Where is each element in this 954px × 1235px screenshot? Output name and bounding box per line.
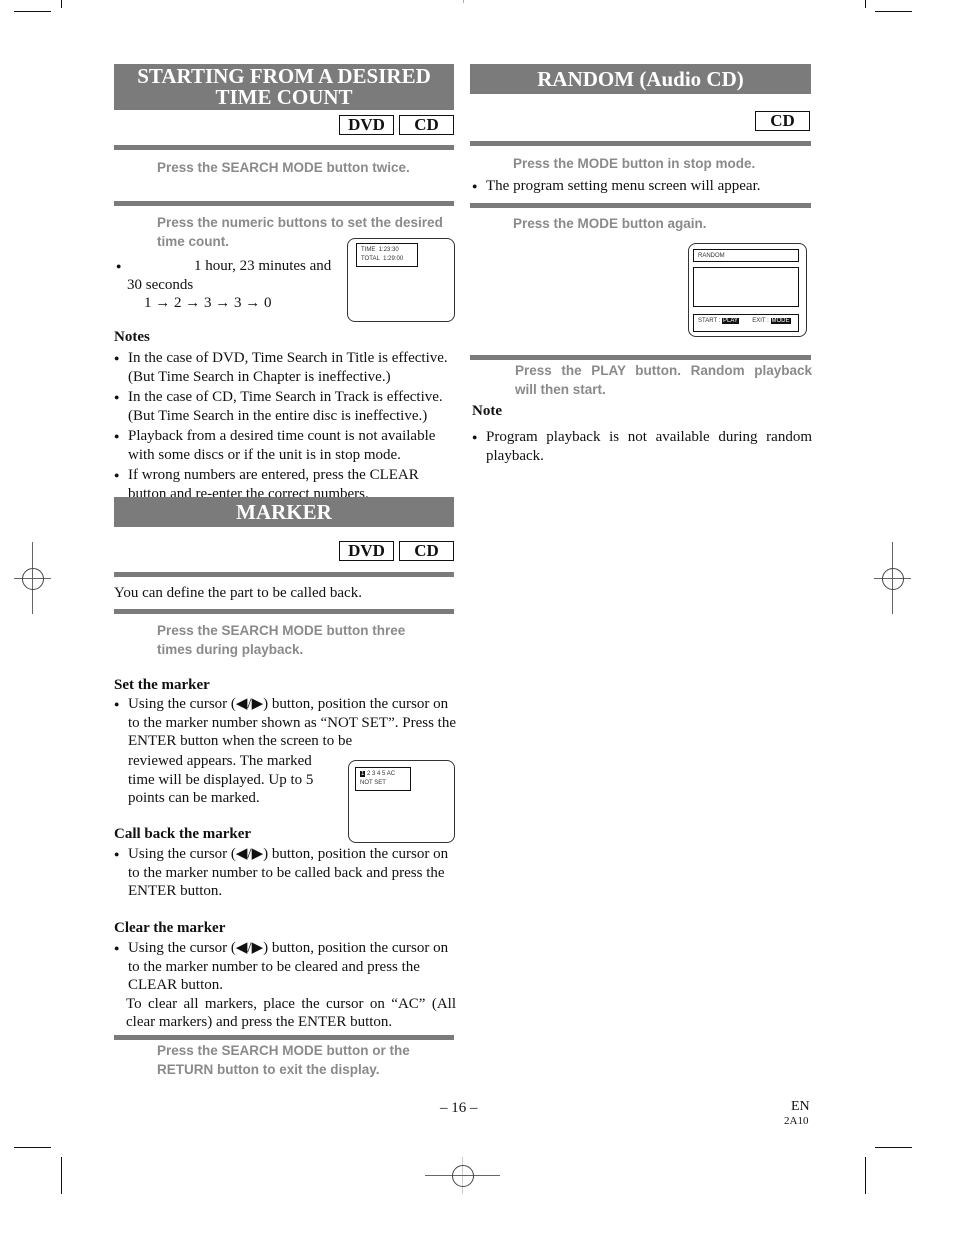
crop-mark	[875, 11, 912, 12]
osd-time-value: 1:23:30	[378, 247, 399, 253]
cd-badge: CD	[399, 541, 454, 561]
exit-step-instruction: Press the SEARCH MODE button or the RETU…	[157, 1041, 410, 1079]
crop-mark	[463, 0, 464, 3]
dvd-badge: DVD	[339, 115, 394, 135]
step-line: Press the SEARCH MODE button or the	[157, 1043, 410, 1058]
bullet-text: The program setting menu screen will app…	[472, 177, 812, 196]
osd-exit-key: MODE	[770, 318, 791, 324]
tv-screen-time-count: TIME 1:23:30 TOTAL 1:29:00	[347, 238, 455, 322]
clear-all-text: To clear all markers, place the cursor o…	[126, 995, 456, 1031]
step-1-bullet: The program setting menu screen will app…	[472, 177, 812, 196]
osd-marker-status: NOT SET	[360, 780, 386, 786]
title-line: TIME COUNT	[215, 85, 353, 109]
section-title-time-count: STARTING FROM A DESIRED TIME COUNT	[114, 64, 454, 110]
bullet-text: Using the cursor (◀/▶) button, position …	[114, 939, 456, 995]
osd-total-label: TOTAL	[361, 256, 380, 262]
step-1-instruction: Press the SEARCH MODE button three times…	[157, 621, 405, 659]
osd-random-header: RANDOM	[693, 249, 799, 262]
set-marker-heading: Set the marker	[114, 677, 210, 693]
model-code: 2A10	[784, 1115, 809, 1127]
osd-random-list	[693, 267, 799, 307]
bullet-text: Program playback is not available during…	[472, 428, 812, 465]
crop-mark	[14, 1147, 51, 1148]
osd-marker-numbers: 2 3 4 5 AC	[367, 771, 396, 777]
step-divider	[114, 145, 454, 150]
bullet-icon: ●	[116, 261, 122, 271]
osd-random-footer: START : PLAY EXIT : MODE	[693, 314, 799, 332]
step-divider	[470, 141, 811, 146]
crop-mark	[875, 1147, 912, 1148]
step-2-instruction: Press the MODE button again.	[513, 216, 707, 231]
example-line: 30 seconds	[127, 276, 194, 293]
step-divider	[114, 609, 454, 614]
random-note: Program playback is not available during…	[472, 428, 812, 465]
osd-exit-label: EXIT :	[752, 318, 769, 324]
section-title-marker: MARKER	[114, 497, 454, 527]
osd-marker-display: 1 2 3 4 5 AC NOT SET	[355, 767, 411, 791]
step-1-instruction: Press the SEARCH MODE button twice.	[157, 160, 410, 175]
marker-intro: You can define the part to be called bac…	[114, 585, 362, 601]
step-divider	[114, 572, 454, 577]
bullet-text: Using the cursor (◀/▶) button, position …	[114, 845, 456, 901]
crop-mark	[61, 1157, 62, 1194]
call-back-heading: Call back the marker	[114, 826, 252, 842]
note-heading: Note	[472, 403, 502, 419]
section-title-random: RANDOM (Audio CD)	[470, 64, 811, 94]
example-line: 1 hour, 23 minutes and	[194, 258, 332, 274]
note-item: Playback from a desired time count is no…	[114, 427, 456, 464]
step-line: Press the numeric buttons to set the des…	[157, 215, 443, 230]
page-number: – 16 –	[440, 1100, 478, 1116]
osd-time-label: TIME	[361, 247, 376, 253]
osd-cursor: 1	[360, 771, 366, 777]
call-back-text: Using the cursor (◀/▶) button, position …	[114, 845, 456, 901]
dvd-badge: DVD	[339, 541, 394, 561]
osd-time-display: TIME 1:23:30 TOTAL 1:29:00	[356, 243, 418, 267]
set-marker-text: Using the cursor (◀/▶) button, position …	[114, 695, 456, 751]
osd-start-label: START :	[698, 318, 721, 324]
step-divider	[114, 201, 454, 206]
tv-screen-random: RANDOM START : PLAY EXIT : MODE	[688, 243, 807, 337]
osd-total-value: 1:29:00	[383, 256, 404, 262]
set-marker-text-cont: reviewed appears. The marked time will b…	[128, 753, 314, 806]
step-divider	[470, 355, 811, 360]
step-1-instruction: Press the MODE button in stop mode.	[513, 156, 756, 171]
bullet-text: Using the cursor (◀/▶) button, position …	[114, 695, 456, 751]
notes-list: In the case of DVD, Time Search in Title…	[114, 349, 456, 503]
step-line: times during playback.	[157, 642, 304, 657]
step-line: Press the PLAY button. Random playback	[515, 363, 812, 378]
notes-heading: Notes	[114, 329, 150, 345]
crop-mark	[865, 0, 866, 8]
crop-mark	[14, 11, 51, 12]
example-sequence: 1 → 2 → 3 → 3 → 0	[144, 295, 272, 311]
tv-screen-marker: 1 2 3 4 5 AC NOT SET	[348, 760, 455, 843]
step-line: Press the SEARCH MODE button three	[157, 623, 406, 638]
crop-mark	[865, 1157, 866, 1194]
clear-marker-text: Using the cursor (◀/▶) button, position …	[114, 939, 456, 1032]
step-3-instruction: Press the PLAY button. Random playback w…	[515, 361, 812, 399]
note-item: In the case of CD, Time Search in Track …	[114, 388, 456, 425]
cd-badge: CD	[755, 111, 810, 131]
step-line: RETURN button to exit the display.	[157, 1062, 380, 1077]
clear-marker-heading: Clear the marker	[114, 920, 226, 936]
step-divider	[114, 1035, 454, 1040]
crop-mark	[61, 0, 62, 8]
example-text: ● 1 hour, 23 minutes and 30 seconds 1 → …	[114, 257, 344, 313]
note-item: In the case of DVD, Time Search in Title…	[114, 349, 456, 386]
cd-badge: CD	[399, 115, 454, 135]
step-divider	[470, 203, 811, 208]
title-line: STARTING FROM A DESIRED	[137, 64, 431, 88]
osd-start-key: PLAY	[722, 318, 739, 324]
step-line: will then start.	[515, 382, 606, 397]
